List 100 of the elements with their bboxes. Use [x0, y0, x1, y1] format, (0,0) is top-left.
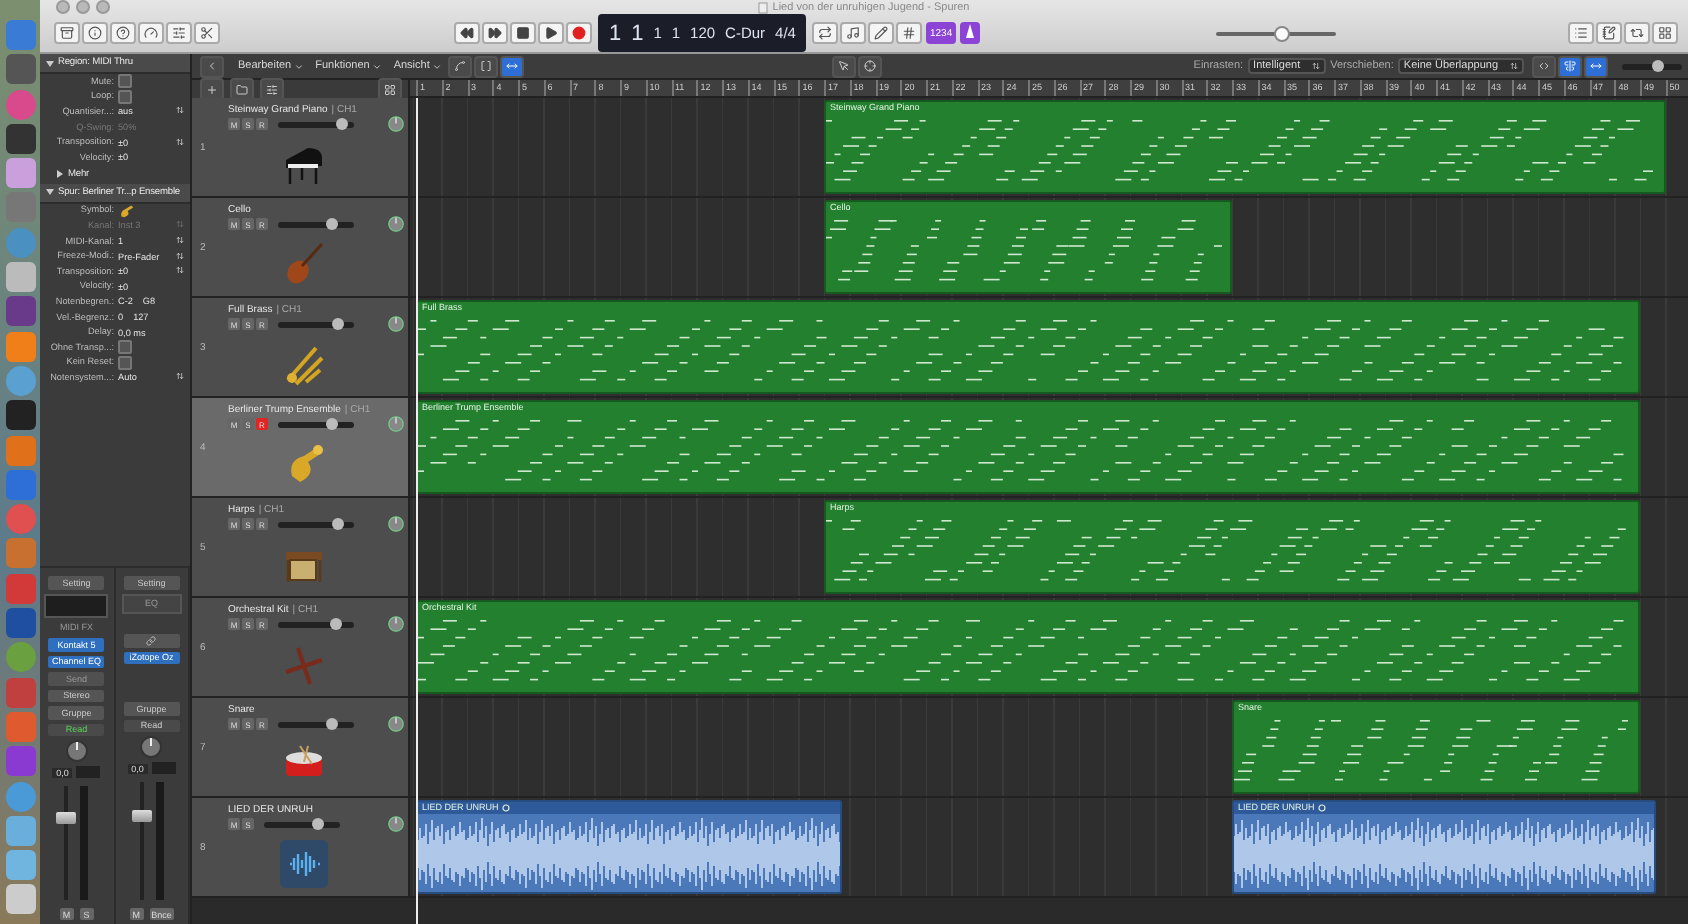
pan-knob[interactable]	[388, 316, 404, 332]
pointer-icon	[838, 60, 851, 72]
back-button[interactable]	[199, 55, 223, 77]
help-button[interactable]	[109, 22, 135, 44]
cycle-icon	[818, 26, 833, 40]
browser-button[interactable]	[1652, 22, 1679, 44]
grid-icon	[383, 83, 395, 95]
volume-slider[interactable]	[278, 721, 354, 727]
record-button[interactable]	[565, 22, 592, 44]
updown-icon	[176, 220, 184, 229]
crosshair-icon	[864, 60, 877, 72]
updown-icon	[1312, 62, 1321, 70]
fast-forward-icon	[487, 26, 502, 40]
slider-thumb[interactable]	[336, 117, 349, 129]
cycle-button[interactable]	[812, 22, 839, 44]
tool-button[interactable]	[474, 55, 499, 77]
pan-knob[interactable]	[65, 740, 88, 762]
updown-icon	[176, 106, 184, 115]
pencil-button[interactable]	[868, 22, 895, 44]
updown-icon	[176, 372, 184, 381]
folder-icon	[235, 83, 247, 95]
stop-button[interactable]	[509, 22, 536, 44]
slider-thumb[interactable]	[331, 317, 344, 329]
play-button[interactable]	[537, 22, 564, 44]
stop-icon	[515, 26, 530, 40]
gauge-icon	[143, 26, 157, 40]
app-icon[interactable]	[5, 123, 35, 154]
pencil-icon	[874, 26, 889, 40]
notepad-button[interactable]	[1596, 22, 1623, 44]
pan-knob[interactable]	[140, 736, 163, 758]
tool-button[interactable]	[500, 55, 525, 77]
chevron-icon	[431, 61, 442, 71]
slider-thumb[interactable]	[1652, 59, 1664, 71]
updown-icon	[176, 266, 184, 275]
app-icon[interactable]	[5, 400, 35, 431]
slider-thumb[interactable]	[311, 817, 324, 829]
volume-slider[interactable]	[278, 421, 354, 427]
checkbox[interactable]	[118, 74, 132, 89]
volume-slider[interactable]	[278, 121, 354, 127]
checkbox[interactable]	[118, 89, 132, 104]
pan-knob[interactable]	[388, 116, 404, 132]
view-button[interactable]	[1557, 55, 1581, 77]
checkbox[interactable]	[118, 340, 132, 355]
pointer-tool-button[interactable]	[832, 55, 857, 77]
slider-thumb[interactable]	[1273, 25, 1290, 41]
back-icon	[205, 60, 217, 72]
pan-knob[interactable]	[388, 216, 404, 232]
pan-knob[interactable]	[388, 616, 404, 632]
loop-button[interactable]	[1624, 22, 1651, 44]
volume-slider[interactable]	[278, 221, 354, 227]
rewind-button[interactable]	[453, 22, 480, 44]
view-icon	[1563, 60, 1575, 72]
notepad-icon	[1602, 26, 1617, 40]
tool-button[interactable]	[448, 55, 473, 77]
lcd-value: 1	[608, 21, 622, 45]
fast-forward-button[interactable]	[481, 22, 508, 44]
view-icon	[1589, 60, 1601, 72]
record-icon	[571, 26, 586, 40]
slider-thumb[interactable]	[326, 417, 339, 429]
view-button[interactable]	[1531, 55, 1555, 77]
scissors-button[interactable]	[193, 22, 219, 44]
waveform-icon	[280, 840, 328, 888]
fader-handle[interactable]	[56, 811, 77, 824]
fader-handle[interactable]	[131, 809, 152, 822]
level-meter	[155, 782, 164, 900]
library-button[interactable]	[53, 22, 79, 44]
volume-slider[interactable]	[264, 821, 340, 827]
slider-thumb[interactable]	[325, 717, 338, 729]
volume-slider[interactable]	[278, 521, 354, 527]
volume-slider[interactable]	[278, 621, 354, 627]
volume-slider[interactable]	[278, 321, 354, 327]
pan-knob[interactable]	[388, 816, 404, 832]
slider-thumb[interactable]	[325, 217, 338, 229]
slider-thumb[interactable]	[331, 517, 344, 529]
catch-button[interactable]	[377, 78, 401, 100]
info-icon	[87, 26, 101, 40]
view-button[interactable]	[1583, 55, 1607, 77]
master-volume-slider[interactable]	[1215, 25, 1336, 41]
checkbox[interactable]	[118, 355, 132, 370]
snap-button[interactable]	[259, 78, 283, 100]
play-icon	[543, 26, 558, 40]
value-field	[76, 766, 101, 778]
metronome-button[interactable]	[960, 22, 981, 44]
tuner-button[interactable]	[840, 22, 867, 44]
folder-button[interactable]	[229, 78, 253, 100]
sliders-button[interactable]	[165, 22, 191, 44]
grid-button[interactable]	[896, 22, 923, 44]
pan-knob[interactable]	[388, 516, 404, 532]
gauge-button[interactable]	[137, 22, 163, 44]
pan-knob[interactable]	[388, 716, 404, 732]
list-button[interactable]	[1568, 22, 1595, 44]
sliders-icon	[265, 83, 277, 95]
updown-icon	[1510, 62, 1518, 70]
circle-icon	[502, 804, 511, 812]
level-meter	[80, 786, 89, 900]
info-button[interactable]	[81, 22, 107, 44]
app-icon[interactable]	[5, 884, 35, 915]
slider-thumb[interactable]	[330, 617, 343, 629]
crosshair-tool-button[interactable]	[858, 55, 883, 77]
plus-icon	[205, 83, 217, 95]
